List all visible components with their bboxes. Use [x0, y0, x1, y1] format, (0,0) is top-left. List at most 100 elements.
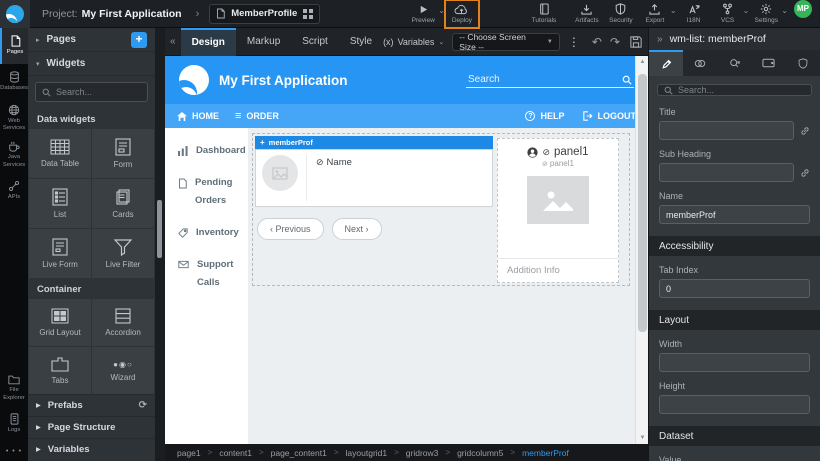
save-icon[interactable] — [624, 36, 648, 48]
tutorials-button[interactable]: Tutorials — [527, 0, 561, 28]
panel-image-placeholder[interactable] — [527, 176, 589, 224]
redo-icon[interactable]: ↷ — [606, 35, 624, 49]
menu-order[interactable]: ≡ ORDER — [235, 110, 279, 122]
tab-style[interactable]: Style — [339, 28, 383, 56]
name-input[interactable] — [659, 205, 810, 224]
tab-properties[interactable] — [649, 50, 683, 76]
panel-widget-panel1[interactable]: ⊘ panel1 ⊘ panel1 Addition Info — [497, 138, 619, 283]
scroll-down-icon[interactable]: ▼ — [636, 432, 648, 444]
artifacts-button[interactable]: Artifacts — [570, 0, 604, 28]
bind-link-icon[interactable] — [800, 126, 810, 136]
add-page-button[interactable]: + — [131, 32, 147, 48]
pages-section-header[interactable]: ▸ Pages + — [28, 28, 155, 52]
accessibility-section-header[interactable]: Accessibility — [649, 236, 820, 256]
tab-markup[interactable]: Markup — [236, 28, 291, 56]
previous-button[interactable]: ‹ Previous — [257, 218, 324, 240]
menu-home[interactable]: HOME — [177, 111, 219, 121]
widgets-section-header[interactable]: ▾ Widgets — [28, 52, 155, 76]
security-button[interactable]: Security — [604, 0, 638, 28]
rail-item-web-services[interactable]: Web Services — [0, 100, 28, 136]
tab-design[interactable]: Design — [181, 28, 236, 56]
crumb-content1[interactable]: content1 — [219, 448, 252, 458]
nav-dashboard[interactable]: Dashboard — [165, 142, 248, 160]
menu-help[interactable]: ? HELP — [525, 111, 564, 121]
tab-index-input[interactable] — [659, 279, 810, 298]
scrollbar-thumb[interactable] — [157, 200, 162, 258]
widget-grid-layout[interactable]: Grid Layout — [29, 299, 91, 346]
wavemaker-logo[interactable] — [0, 0, 30, 28]
tab-events[interactable] — [717, 50, 751, 76]
rail-item-pages[interactable]: Pages — [0, 28, 28, 64]
gridrow-selection[interactable]: + memberProf ⊘ Name — [252, 133, 630, 286]
bind-link-icon[interactable] — [800, 168, 810, 178]
next-button[interactable]: Next › — [332, 218, 382, 240]
panel-header[interactable]: ⊘ panel1 — [498, 139, 618, 159]
widget-form[interactable]: Form — [92, 129, 154, 178]
canvas-scrollbar-thumb[interactable] — [638, 74, 647, 332]
panel-subtitle-row[interactable]: ⊘ panel1 — [498, 159, 618, 168]
rail-item-databases[interactable]: Databases — [0, 64, 28, 100]
crumb-gridrow3[interactable]: gridrow3 — [406, 448, 439, 458]
list-widget-memberprof[interactable]: + memberProf ⊘ Name — [255, 136, 493, 240]
list-item-template[interactable]: ⊘ Name — [255, 149, 493, 207]
widget-list[interactable]: List — [29, 179, 91, 228]
dataset-section-header[interactable]: Dataset — [649, 426, 820, 446]
app-search-input[interactable] — [468, 74, 622, 85]
widget-cards[interactable]: Cards — [92, 179, 154, 228]
widget-search-input[interactable] — [56, 87, 141, 97]
widget-search[interactable] — [35, 82, 148, 102]
crumb-layoutgrid1[interactable]: layoutgrid1 — [346, 448, 388, 458]
widget-live-filter[interactable]: Live Filter — [92, 229, 154, 278]
tab-device[interactable] — [752, 50, 786, 76]
variables-section-header[interactable]: ▸ Variables — [28, 438, 155, 460]
deploy-button[interactable]: Deploy — [445, 0, 479, 28]
rail-item-java-services[interactable]: Java Services — [0, 136, 28, 172]
properties-search-input[interactable] — [678, 85, 805, 95]
sub-heading-input[interactable] — [659, 163, 794, 182]
settings-button[interactable]: Settings — [749, 0, 783, 28]
widget-accordion[interactable]: Accordion — [92, 299, 154, 346]
title-input[interactable] — [659, 121, 794, 140]
nav-support-calls[interactable]: Support Calls — [165, 256, 248, 292]
widget-live-form[interactable]: Live Form — [29, 229, 91, 278]
app-search[interactable] — [466, 72, 634, 88]
crumb-gridcolumn5[interactable]: gridcolumn5 — [457, 448, 503, 458]
widget-wizard[interactable]: ●◉○ Wizard — [92, 347, 154, 394]
rail-item-file-explorer[interactable]: File Explorer — [0, 370, 28, 406]
collapse-right-panel-button[interactable]: » — [657, 34, 663, 45]
collapse-left-panel-button[interactable]: « — [165, 36, 181, 47]
crumb-page-content1[interactable]: page_content1 — [271, 448, 327, 458]
tab-script[interactable]: Script — [291, 28, 339, 56]
page-grid-icon[interactable] — [303, 9, 313, 19]
width-input[interactable] — [659, 353, 810, 372]
widget-data-table[interactable]: Data Table — [29, 129, 91, 178]
undo-icon[interactable]: ↶ — [588, 35, 606, 49]
scroll-up-icon[interactable]: ▲ — [636, 56, 648, 68]
move-icon[interactable]: + — [260, 138, 265, 147]
height-input[interactable] — [659, 395, 810, 414]
rail-item-logs[interactable]: Logs — [0, 406, 28, 442]
crumb-memberprof[interactable]: memberProf — [522, 448, 569, 458]
widget-tabs[interactable]: Tabs — [29, 347, 91, 394]
properties-search[interactable] — [657, 84, 812, 96]
list-item-body[interactable]: ⊘ Name — [306, 155, 486, 201]
crumb-page1[interactable]: page1 — [177, 448, 201, 458]
page-selector[interactable]: MemberProfile — [209, 4, 320, 24]
rail-item-apis[interactable]: APIs — [0, 173, 28, 209]
left-panel-scrollbar[interactable] — [155, 28, 165, 461]
user-avatar[interactable]: MP — [794, 0, 812, 18]
list-widget-titlebar[interactable]: + memberProf — [255, 136, 493, 149]
vcs-button[interactable]: VCS — [711, 0, 745, 28]
prefabs-section-header[interactable]: ▸ Prefabs ⟳ — [28, 394, 155, 416]
canvas-scrollbar[interactable]: ▲ ▼ — [635, 56, 648, 444]
page-structure-section-header[interactable]: ▸ Page Structure — [28, 416, 155, 438]
screen-size-select[interactable]: -- Choose Screen Size -- ▼ — [452, 33, 560, 51]
prefabs-refresh-icon[interactable]: ⟳ — [139, 400, 147, 411]
variables-dropdown[interactable]: (x) Variables ⌄ — [383, 37, 444, 47]
rail-overflow-icon[interactable]: • • • — [0, 442, 28, 461]
tab-security[interactable] — [786, 50, 820, 76]
menu-logout[interactable]: LOGOUT — [583, 111, 637, 121]
list-item-name-label[interactable]: Name — [327, 157, 352, 168]
more-options-icon[interactable]: ⋮ — [560, 35, 588, 49]
list-item-image-placeholder[interactable] — [262, 155, 298, 191]
